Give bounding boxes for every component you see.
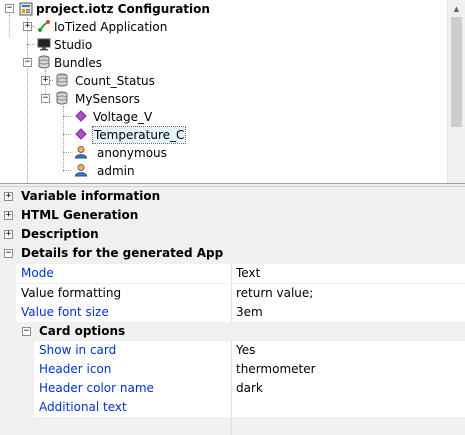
expand-expander[interactable]: + bbox=[4, 211, 13, 220]
property-value[interactable]: dark bbox=[236, 379, 263, 398]
tree-node-label[interactable]: Voltage_V bbox=[93, 109, 152, 125]
tree-line bbox=[9, 14, 10, 36]
expand-expander[interactable]: + bbox=[41, 76, 50, 85]
category-label: Description bbox=[21, 227, 99, 241]
collapse-expander[interactable]: − bbox=[23, 58, 32, 67]
property-value-cell[interactable]: Text bbox=[231, 264, 465, 283]
database-icon bbox=[54, 72, 70, 88]
scrollbar-thumb[interactable] bbox=[451, 17, 462, 127]
diamond-icon bbox=[73, 126, 89, 142]
tree-node-label[interactable]: IoTized Application bbox=[54, 19, 167, 35]
expand-expander[interactable]: + bbox=[4, 192, 13, 201]
monitor-icon bbox=[36, 36, 52, 52]
property-value-cell[interactable] bbox=[231, 398, 465, 417]
category-label: Details for the generated App bbox=[21, 246, 224, 260]
tree-node-label-selected[interactable]: Temperature_C bbox=[91, 126, 187, 144]
user-icon bbox=[73, 162, 89, 178]
property-value[interactable]: 3em bbox=[236, 303, 263, 322]
property-value-cell[interactable]: return value; bbox=[231, 284, 465, 303]
property-row[interactable]: Header icon thermometer bbox=[0, 360, 465, 379]
property-name[interactable]: Header icon bbox=[39, 360, 111, 379]
tree-node-label[interactable]: anonymous bbox=[97, 145, 167, 161]
collapse-expander[interactable]: − bbox=[5, 4, 14, 13]
property-name[interactable]: Mode bbox=[21, 264, 54, 283]
expand-expander[interactable]: + bbox=[23, 22, 32, 31]
tree-node-label[interactable]: Count_Status bbox=[75, 73, 155, 89]
project-tree[interactable]: − project.iotz Configuration + IoTized A… bbox=[0, 0, 465, 183]
property-value-cell[interactable]: 3em bbox=[231, 303, 465, 322]
property-name[interactable]: Additional text bbox=[39, 398, 127, 417]
category-label: HTML Generation bbox=[21, 208, 139, 222]
property-value-cell[interactable]: thermometer bbox=[231, 360, 465, 379]
property-value-cell[interactable]: dark bbox=[231, 379, 465, 398]
tree-node-label[interactable]: MySensors bbox=[75, 91, 140, 107]
tree-line bbox=[63, 116, 71, 117]
property-value[interactable]: Text bbox=[236, 264, 260, 283]
tree-node-label[interactable]: admin bbox=[97, 163, 135, 179]
tree-line bbox=[63, 170, 71, 171]
category-label: Variable information bbox=[21, 189, 161, 203]
tree-node-label[interactable]: Studio bbox=[54, 37, 92, 53]
category-row[interactable]: − Details for the generated App bbox=[0, 244, 465, 263]
collapse-expander[interactable]: − bbox=[22, 327, 31, 336]
database-icon bbox=[54, 90, 70, 106]
subcategory-row[interactable]: − Card options bbox=[0, 322, 465, 341]
collapse-expander[interactable]: − bbox=[4, 249, 13, 258]
database-icon bbox=[36, 54, 52, 70]
property-value[interactable]: return value; bbox=[236, 284, 313, 303]
property-name[interactable]: Show in card bbox=[39, 341, 116, 360]
property-grid[interactable]: + Variable information + HTML Generation… bbox=[0, 187, 465, 435]
property-row[interactable]: Value formatting return value; bbox=[0, 284, 465, 303]
property-name[interactable]: Header color name bbox=[39, 379, 154, 398]
collapse-expander[interactable]: − bbox=[41, 94, 50, 103]
diamond-icon bbox=[73, 108, 89, 124]
property-value[interactable]: thermometer bbox=[236, 360, 316, 379]
tree-line bbox=[63, 134, 71, 135]
expand-expander[interactable]: + bbox=[4, 230, 13, 239]
category-row[interactable]: + HTML Generation bbox=[0, 206, 465, 225]
tree-node-label[interactable]: Bundles bbox=[54, 55, 102, 71]
property-row[interactable]: Mode Text bbox=[0, 264, 465, 283]
tree-line bbox=[63, 152, 71, 153]
tree-line bbox=[27, 44, 35, 45]
property-value-cell[interactable]: Yes bbox=[231, 341, 465, 360]
iotized-app-icon bbox=[36, 18, 52, 34]
property-row[interactable]: Additional text bbox=[0, 398, 465, 417]
property-row[interactable]: Value font size 3em bbox=[0, 303, 465, 322]
tree-scrollbar[interactable]: ▲ bbox=[447, 0, 465, 183]
tree-line bbox=[27, 66, 28, 183]
property-name[interactable]: Value font size bbox=[21, 303, 109, 322]
user-icon bbox=[73, 144, 89, 160]
column-divider bbox=[231, 417, 232, 435]
property-row[interactable]: Header color name dark bbox=[0, 379, 465, 398]
scroll-up-arrow-icon[interactable]: ▲ bbox=[448, 0, 465, 17]
tree-node-label[interactable]: project.iotz Configuration bbox=[36, 1, 210, 17]
category-row[interactable]: + Variable information bbox=[0, 187, 465, 206]
project-config-icon bbox=[18, 1, 34, 17]
property-row[interactable]: Show in card Yes bbox=[0, 341, 465, 360]
property-name[interactable]: Value formatting bbox=[21, 284, 121, 303]
property-value[interactable]: Yes bbox=[236, 341, 255, 360]
subcategory-label: Card options bbox=[39, 324, 126, 338]
category-row[interactable]: + Description bbox=[0, 225, 465, 244]
